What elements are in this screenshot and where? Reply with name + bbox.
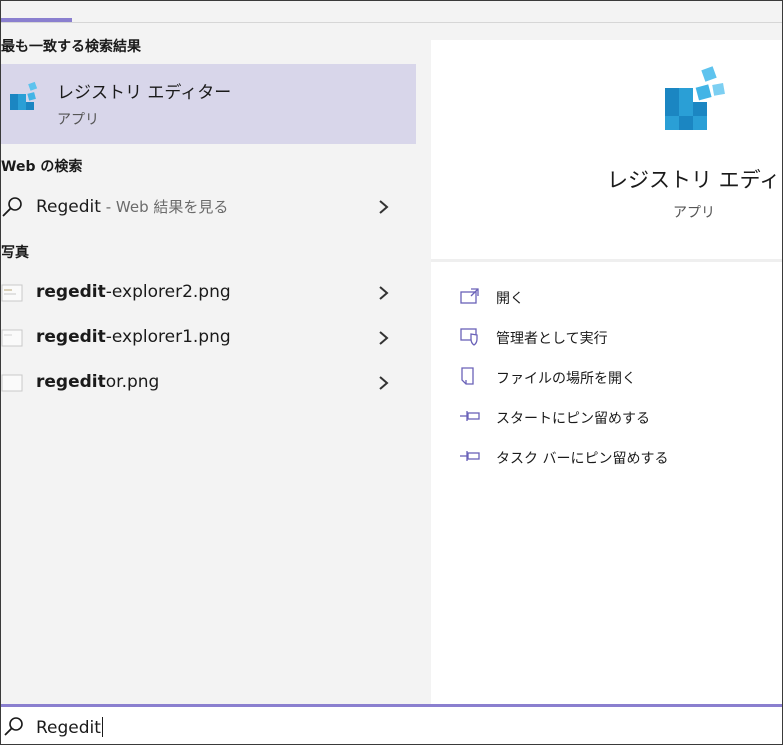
search-box[interactable]: Regedit: [1, 704, 782, 744]
action-label: 管理者として実行: [496, 331, 608, 347]
chevron-right-icon[interactable]: [376, 328, 392, 348]
best-match-header: 最も一致する検索結果: [1, 39, 141, 55]
photo-name-match: regedit: [36, 372, 106, 392]
action-open-file-location[interactable]: ファイルの場所を開く: [459, 363, 779, 391]
search-icon: [4, 717, 23, 736]
registry-editor-icon: [10, 81, 38, 110]
photos-header: 写真: [1, 245, 29, 261]
action-label: 開く: [496, 291, 524, 307]
web-query: Regedit: [36, 197, 101, 217]
shield-icon: [460, 328, 478, 346]
best-match-title: レジストリ エディター: [57, 83, 232, 103]
action-pin-to-taskbar[interactable]: タスク バーにピン留めする: [459, 443, 779, 471]
photo-name-match: regedit: [36, 282, 106, 302]
details-pane: レジストリ エディター アプリ 開く 管理者として実行 ファイルの場所を開く ス…: [431, 40, 783, 704]
details-subtitle: アプリ: [673, 205, 715, 221]
web-search-header: Web の検索: [1, 159, 83, 175]
image-thumbnail-icon: [1, 374, 23, 392]
search-icon: [2, 197, 22, 217]
details-divider: [431, 259, 783, 262]
chevron-right-icon[interactable]: [376, 283, 392, 303]
action-run-as-admin[interactable]: 管理者として実行: [459, 323, 779, 351]
photo-name-rest: -explorer1.png: [105, 327, 231, 347]
best-match-item[interactable]: レジストリ エディター アプリ: [1, 64, 416, 144]
web-suffix: - Web 結果を見る: [100, 198, 229, 216]
pin-icon: [460, 451, 480, 461]
search-value: Regedit: [36, 718, 101, 738]
photo-name-match: regedit: [36, 327, 106, 347]
photo-result[interactable]: regeditor.png: [1, 363, 416, 403]
active-tab-indicator[interactable]: [1, 18, 72, 22]
photo-result[interactable]: regedit-explorer2.png: [1, 273, 416, 313]
action-label: スタートにピン留めする: [496, 411, 650, 427]
registry-editor-icon: [665, 66, 725, 130]
image-thumbnail-icon: [1, 284, 23, 302]
file-location-icon: [461, 367, 474, 385]
web-search-result[interactable]: Regedit - Web 結果を見る: [1, 187, 416, 227]
open-icon: [460, 288, 479, 304]
action-label: タスク バーにピン留めする: [496, 451, 669, 467]
action-open[interactable]: 開く: [459, 283, 779, 311]
top-tab-bar: [1, 1, 782, 23]
chevron-right-icon[interactable]: [376, 373, 392, 393]
text-caret: [101, 717, 103, 737]
details-title: レジストリ エディター: [607, 168, 783, 192]
action-pin-to-start[interactable]: スタートにピン留めする: [459, 403, 779, 431]
image-thumbnail-icon: [1, 329, 23, 347]
search-input[interactable]: Regedit: [36, 717, 103, 738]
action-label: ファイルの場所を開く: [496, 371, 636, 387]
photo-result[interactable]: regedit-explorer1.png: [1, 318, 416, 358]
photo-name-rest: -explorer2.png: [105, 282, 231, 302]
pin-icon: [460, 411, 480, 421]
photo-name-rest: or.png: [105, 372, 160, 392]
best-match-subtitle: アプリ: [57, 112, 99, 128]
chevron-right-icon[interactable]: [376, 197, 392, 217]
